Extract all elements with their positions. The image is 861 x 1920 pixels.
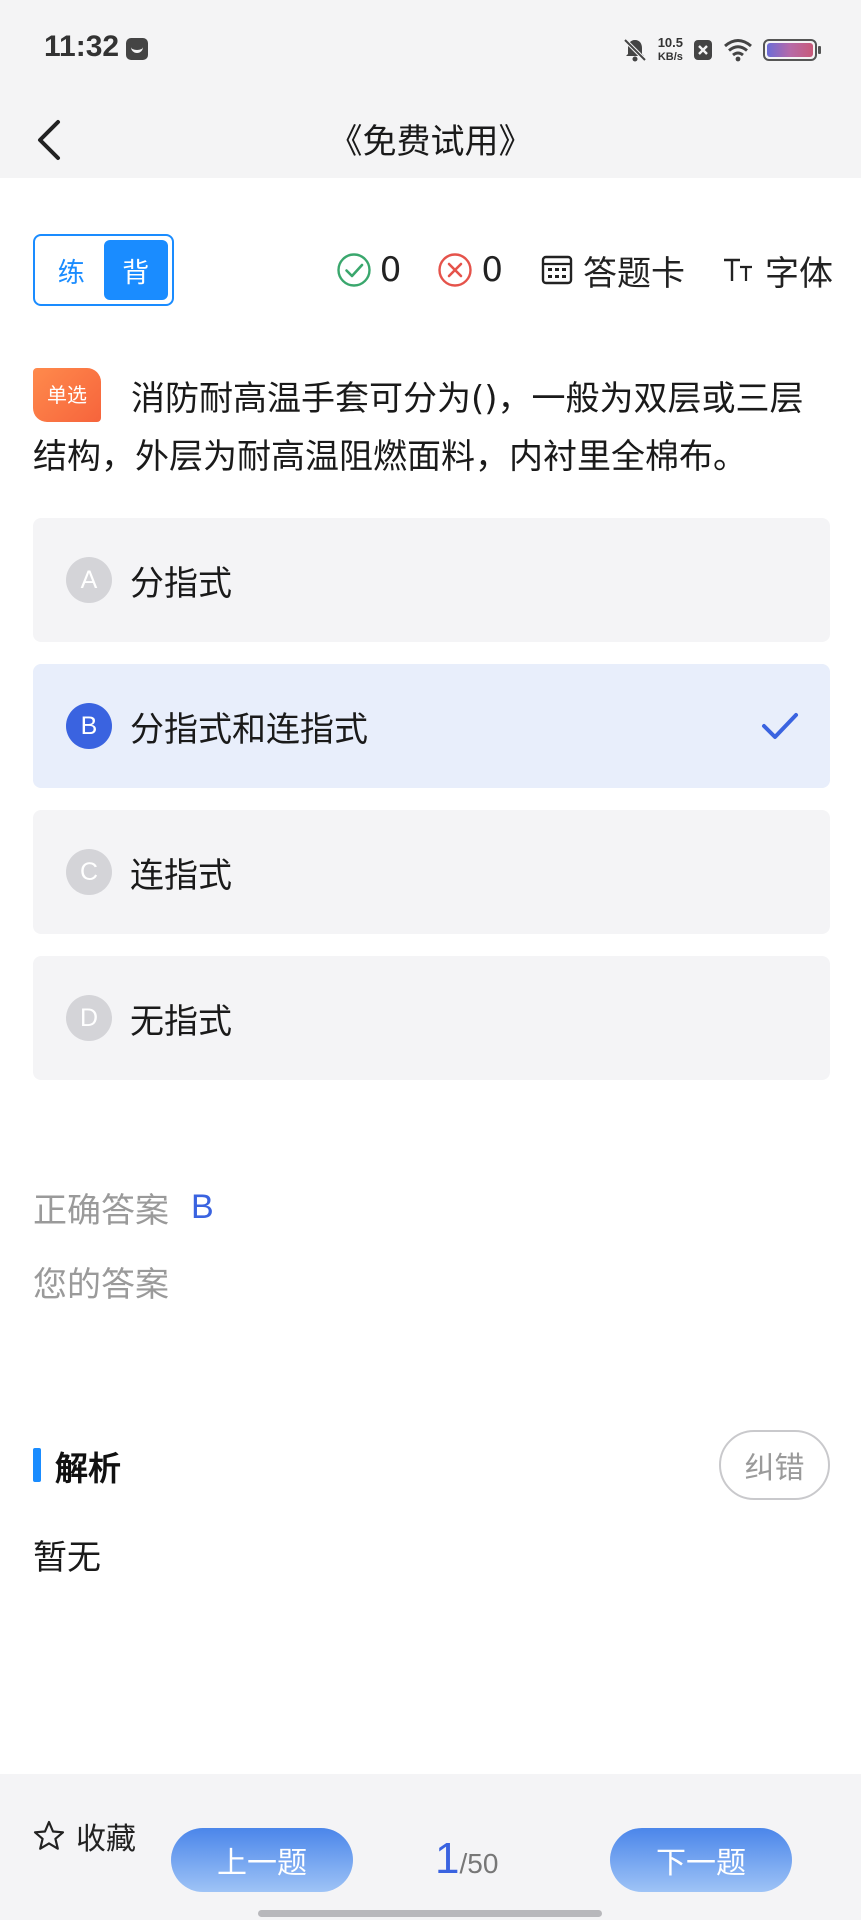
check-circle-icon <box>337 253 371 287</box>
wrong-count: 0 <box>437 250 503 290</box>
mode-recite-button[interactable]: 背 <box>103 240 168 300</box>
analysis-title: 解析 <box>55 1449 121 1488</box>
option-d[interactable]: D 无指式 <box>33 956 830 1080</box>
answer-card-label: 答题卡 <box>583 253 685 294</box>
option-letter: B <box>66 703 112 749</box>
question-toolbar: 练 背 0 0 答题卡 字体 <box>33 234 833 306</box>
home-indicator[interactable] <box>258 1910 602 1917</box>
mode-practice-button[interactable]: 练 <box>39 240 104 300</box>
star-icon <box>33 1820 65 1850</box>
page-title: 《免费试用》 <box>328 122 533 162</box>
favorite-label: 收藏 <box>76 1822 136 1857</box>
your-answer-label: 您的答案 <box>33 1264 169 1305</box>
analysis-header: 解析 纠错 <box>33 1428 830 1500</box>
answer-summary: 正确答案 B 您的答案 <box>33 1170 214 1318</box>
page-indicator: 1 /50 <box>435 1834 498 1884</box>
wifi-icon <box>724 39 752 62</box>
next-question-button[interactable]: 下一题 <box>610 1828 792 1892</box>
option-text: 无指式 <box>130 1001 232 1042</box>
message-notification-icon <box>126 38 148 60</box>
answer-card-button[interactable]: 答题卡 <box>539 246 685 295</box>
status-time: 11:32 <box>44 30 120 63</box>
previous-question-button[interactable]: 上一题 <box>171 1828 353 1892</box>
report-error-button[interactable]: 纠错 <box>719 1430 830 1500</box>
bottom-bar: 收藏 上一题 1 /50 下一题 <box>0 1774 861 1920</box>
option-letter: C <box>66 849 112 895</box>
correct-answer-value: B <box>191 1187 214 1226</box>
correct-answer-row: 正确答案 B <box>33 1170 214 1244</box>
option-letter: A <box>66 557 112 603</box>
correct-count: 0 <box>336 250 402 290</box>
option-b[interactable]: B 分指式和连指式 <box>33 664 830 788</box>
network-speed-unit: KB/s <box>657 51 683 63</box>
network-speed: 10.5 KB/s <box>658 36 683 64</box>
battery-icon <box>763 39 821 61</box>
option-text: 分指式 <box>130 563 232 604</box>
option-list: A 分指式 B 分指式和连指式 C 连指式 D 无指式 <box>33 518 830 1102</box>
font-size-icon <box>724 258 752 281</box>
question-text: 消防耐高温手套可分为()，一般为双层或三层结构，外层为耐高温阻燃面料，内衬里全棉… <box>33 379 804 477</box>
stats-group: 0 0 答题卡 字体 <box>336 234 833 306</box>
status-bar: 11:32 10.5 KB/s <box>0 0 861 100</box>
cross-circle-icon <box>438 253 473 287</box>
network-speed-value: 10.5 <box>657 35 683 50</box>
option-c[interactable]: C 连指式 <box>33 810 830 934</box>
mode-switch: 练 背 <box>33 234 174 306</box>
font-size-label: 字体 <box>765 253 833 294</box>
current-page: 1 <box>435 1834 460 1883</box>
option-text: 分指式和连指式 <box>130 709 368 750</box>
option-letter: D <box>66 995 112 1041</box>
status-icons: 10.5 KB/s <box>622 32 821 68</box>
wrong-count-value: 0 <box>481 250 503 290</box>
font-size-button[interactable]: 字体 <box>721 246 833 295</box>
question-stem: 单选 消防耐高温手套可分为()，一般为双层或三层结构，外层为耐高温阻燃面料，内衬里… <box>33 367 833 486</box>
correct-answer-label: 正确答案 <box>33 1190 169 1231</box>
your-answer-row: 您的答案 <box>33 1244 214 1318</box>
option-a[interactable]: A 分指式 <box>33 518 830 642</box>
favorite-button[interactable]: 收藏 <box>32 1814 136 1858</box>
mute-bell-icon <box>623 38 647 62</box>
analysis-body: 暂无 <box>33 1538 101 1578</box>
sim-disabled-icon <box>694 40 712 60</box>
section-accent-bar <box>33 1448 41 1482</box>
correct-count-value: 0 <box>379 250 402 290</box>
nav-bar: 《免费试用》 <box>0 100 861 178</box>
grid-card-icon <box>541 255 573 285</box>
total-pages: /50 <box>459 1848 499 1879</box>
question-type-badge: 单选 <box>33 367 101 422</box>
checkmark-icon <box>762 713 798 739</box>
option-text: 连指式 <box>130 855 232 896</box>
